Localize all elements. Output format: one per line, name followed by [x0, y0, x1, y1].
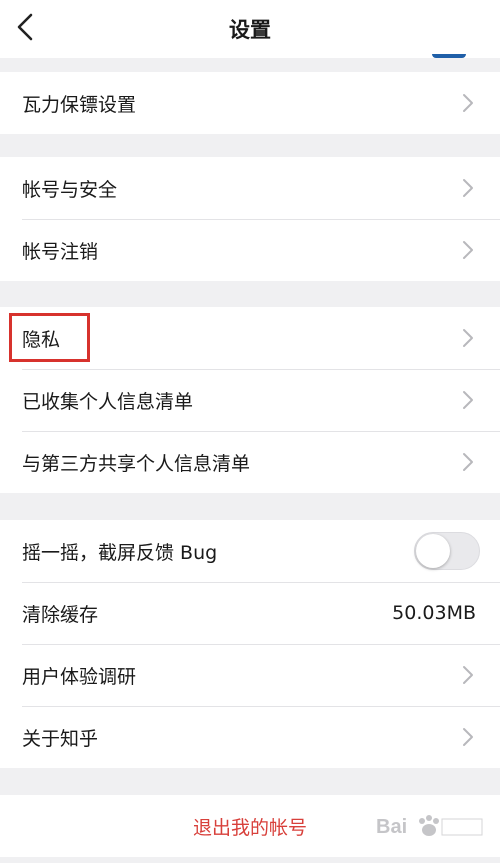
row-account-cancel[interactable]: 帐号注销 — [0, 219, 500, 281]
chevron-right-icon — [463, 329, 473, 347]
row-label: 关于知乎 — [22, 727, 99, 750]
row-label: 瓦力保镖设置 — [22, 93, 137, 116]
settings-group-misc: 摇一摇，截屏反馈 Bug 清除缓存 50.03MB 用户体验调研 关于知乎 — [0, 520, 500, 768]
row-label: 摇一摇，截屏反馈 Bug — [22, 541, 218, 564]
row-about-zhihu[interactable]: 关于知乎 — [0, 706, 500, 768]
cache-size-value: 50.03MB — [392, 602, 476, 624]
highlight-annotation-box — [9, 313, 90, 362]
page-title: 设置 — [229, 18, 271, 42]
row-account-security[interactable]: 帐号与安全 — [0, 157, 500, 219]
row-clear-cache[interactable]: 清除缓存 50.03MB — [0, 582, 500, 644]
chevron-right-icon — [463, 241, 473, 259]
row-label: 已收集个人信息清单 — [22, 390, 194, 413]
chevron-right-icon — [463, 391, 473, 409]
row-label: 用户体验调研 — [22, 665, 137, 688]
scroll-accent — [432, 54, 466, 58]
toggle-knob — [416, 534, 450, 568]
row-label: 帐号注销 — [22, 240, 99, 263]
svg-text:Bai: Bai — [376, 816, 407, 838]
row-label: 帐号与安全 — [22, 178, 118, 201]
row-third-party-shared-list[interactable]: 与第三方共享个人信息清单 — [0, 431, 500, 493]
settings-group-guard: 瓦力保镖设置 — [0, 72, 500, 134]
row-shake-feedback: 摇一摇，截屏反馈 Bug — [0, 520, 500, 582]
shake-feedback-toggle[interactable] — [414, 532, 480, 570]
chevron-right-icon — [463, 666, 473, 684]
baidu-watermark-logo: Bai — [376, 815, 483, 838]
row-user-research[interactable]: 用户体验调研 — [0, 644, 500, 706]
chevron-right-icon — [463, 728, 473, 746]
row-label: 清除缓存 — [22, 603, 99, 626]
chevron-right-icon — [463, 453, 473, 471]
row-collected-info-list[interactable]: 已收集个人信息清单 — [0, 369, 500, 431]
row-label: 与第三方共享个人信息清单 — [22, 452, 251, 475]
chevron-right-icon — [463, 179, 473, 197]
nav-bar: 设置 — [0, 0, 500, 58]
settings-group-account: 帐号与安全 帐号注销 — [0, 157, 500, 281]
chevron-right-icon — [463, 94, 473, 112]
row-wali-guard-settings[interactable]: 瓦力保镖设置 — [0, 72, 500, 134]
